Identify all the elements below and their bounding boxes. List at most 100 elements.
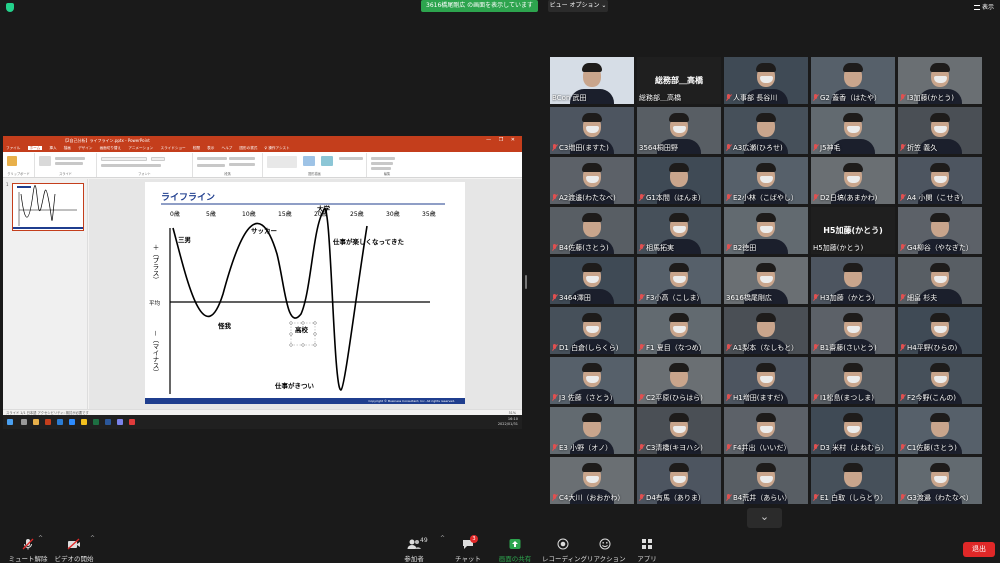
annotation-koukou[interactable]: 高校 (295, 325, 309, 334)
participant-tile[interactable]: D2日塙(あまかわ) (811, 157, 895, 204)
ribbon-tab[interactable]: デザイン (78, 146, 92, 150)
participant-tile[interactable]: G2 蓋香（はたや） (811, 57, 895, 104)
excel-icon[interactable] (93, 419, 99, 425)
security-shield-icon[interactable] (6, 3, 14, 12)
participant-tile[interactable]: 3464澤田 (550, 257, 634, 304)
participant-tile[interactable]: 細畠 杉夫 (898, 257, 982, 304)
split-view-divider-handle[interactable] (525, 275, 527, 289)
participant-tile[interactable]: B4佐藤(さとう) (550, 207, 634, 254)
participant-tile[interactable]: B4荒井（あらい） (724, 457, 808, 504)
participant-tile[interactable]: B1齋藤(さいとう) (811, 307, 895, 354)
participant-tile[interactable]: 相馬拓実 (637, 207, 721, 254)
share-screen-button[interactable]: 画面の共有 (496, 538, 534, 563)
quick-styles-icon[interactable] (321, 156, 333, 166)
participant-tile[interactable]: H3加藤（かとう） (811, 257, 895, 304)
participant-tile[interactable]: G1本間（ほんま） (637, 157, 721, 204)
video-options-caret[interactable]: ^ (90, 535, 95, 542)
ribbon-tab[interactable]: ファイル (6, 146, 20, 150)
slide-thumbnail[interactable] (12, 183, 84, 231)
participant-tile[interactable]: 3616橋尾剛広 (724, 257, 808, 304)
participant-tile[interactable]: A4 小関（こせき） (898, 157, 982, 204)
participant-tile[interactable]: F1 夏目（なつめ） (637, 307, 721, 354)
shapes-gallery[interactable] (267, 156, 297, 168)
participant-tile[interactable]: H5加藤(かとう) H5加藤(かとう) (811, 207, 895, 254)
font-size-select[interactable] (151, 157, 165, 161)
ribbon-tab[interactable]: 図形の書式 (239, 146, 257, 150)
participant-tile[interactable]: F4井出（いいだ） (724, 407, 808, 454)
participant-tile[interactable]: B2徳田 (724, 207, 808, 254)
ribbon-tab[interactable]: 挿入 (49, 146, 56, 150)
participant-tile[interactable]: 3564桐田野 (637, 107, 721, 154)
ribbon-tab[interactable]: 表示 (207, 146, 214, 150)
powerpoint-icon[interactable] (45, 419, 51, 425)
teams-icon[interactable] (117, 419, 123, 425)
unmute-button[interactable]: ミュート解除 (6, 538, 50, 563)
participant-tile[interactable]: C1佐藤(さとう) (898, 407, 982, 454)
participant-tile[interactable]: I1松島(まつしま) (811, 357, 895, 404)
participant-tile[interactable]: H4平野(ひらの) (898, 307, 982, 354)
app-icon[interactable] (129, 419, 135, 425)
participants-options-caret[interactable]: ^ (440, 535, 445, 542)
chat-button[interactable]: 3 チャット (452, 535, 484, 563)
participant-center-name: H5加藤(かとう) (823, 226, 883, 235)
ribbon-tab-home[interactable]: ホーム (27, 146, 43, 150)
zoom-app-icon[interactable] (69, 419, 75, 425)
ribbon-tab[interactable]: スライドショー (160, 146, 185, 150)
ribbon-tab[interactable]: 描画 (64, 146, 71, 150)
participants-button[interactable]: 49 参加者 (398, 537, 430, 563)
audio-options-caret[interactable]: ^ (38, 535, 43, 542)
sticky-notes-icon[interactable] (81, 419, 87, 425)
participant-tile[interactable]: A1梨本（なしもと） (724, 307, 808, 354)
participant-tile[interactable]: J5神毛 (811, 107, 895, 154)
ribbon-tab[interactable]: 画面切り替え (100, 146, 122, 150)
participant-tile[interactable]: A3広瀬(ひろせ) (724, 107, 808, 154)
participant-tile[interactable]: E2小林（こばやし） (724, 157, 808, 204)
participant-tile[interactable]: D1 白倉(しらくら) (550, 307, 634, 354)
participant-tile[interactable]: D4有馬（ありま） (637, 457, 721, 504)
participant-tile[interactable]: E3 小野（オノ） (550, 407, 634, 454)
windows-start-icon[interactable] (7, 419, 13, 425)
participant-tile[interactable]: G3渡邉（わたなべ） (898, 457, 982, 504)
view-button[interactable]: 表示 (962, 3, 998, 13)
paste-icon[interactable] (7, 156, 17, 166)
gallery-scroll-down-button[interactable]: ⌄ (747, 508, 782, 528)
folder-icon[interactable] (33, 419, 39, 425)
participant-tile[interactable]: 総務部＿高橋 総務部＿高橋 (637, 57, 721, 104)
participant-hair (930, 213, 950, 222)
arrange-icon[interactable] (303, 156, 315, 166)
participant-name-text: H4平野(ひらの) (907, 344, 958, 352)
participant-tile[interactable]: A2渡邊(わたなべ) (550, 157, 634, 204)
ribbon-tab[interactable]: 校閲 (193, 146, 200, 150)
word-icon[interactable] (105, 419, 111, 425)
ribbon-tab[interactable]: ヘルプ (221, 146, 232, 150)
participant-tile[interactable]: F2今野(こんの) (898, 357, 982, 404)
search-icon[interactable] (21, 419, 27, 425)
ribbon-tab[interactable]: アニメーション (128, 146, 153, 150)
participant-tile[interactable]: J3 佐藤（さとう） (550, 357, 634, 404)
new-slide-icon[interactable] (39, 156, 51, 166)
participant-tile[interactable]: 折笠 義久 (898, 107, 982, 154)
participant-tile[interactable]: BCon 武田 (550, 57, 634, 104)
participant-tile[interactable]: G4柳谷（やなぎた） (898, 207, 982, 254)
participant-tile[interactable]: C3清橋(キヨハシ) (637, 407, 721, 454)
apps-button[interactable]: アプリ (634, 538, 660, 563)
participant-tile[interactable]: E1 白取（しらとり） (811, 457, 895, 504)
view-options-button[interactable]: ビュー オプション ⌄ (548, 0, 608, 12)
participant-tile[interactable]: H1増田(ますだ) (724, 357, 808, 404)
font-select[interactable] (101, 157, 147, 161)
record-button[interactable]: レコーディング (542, 538, 587, 563)
slide[interactable]: ライフライン 0歳 5歳 10歳 15歳 20歳 25歳 30歳 35歳 ＋（プラス） 平均 … (145, 182, 465, 404)
participant-tile[interactable]: F3小高（こしま） (637, 257, 721, 304)
powerpoint-title: 【2自己分析】ライフライン.pptx - PowerPoint (63, 138, 150, 143)
participant-tile[interactable]: C4大川（おおかわ） (550, 457, 634, 504)
participant-tile[interactable]: C2平原(ひらはら) (637, 357, 721, 404)
leave-meeting-button[interactable]: 退出 (963, 542, 995, 557)
ribbon-tab[interactable]: ♀ 操作アシスト (265, 146, 290, 150)
participant-tile[interactable]: 人事部 長谷川 (724, 57, 808, 104)
participant-tile[interactable]: C3増田(ますた) (550, 107, 634, 154)
reactions-button[interactable]: リアクション (587, 538, 626, 563)
edge-icon[interactable] (57, 419, 63, 425)
mic-muted-icon (639, 444, 644, 451)
participant-tile[interactable]: D3 米村（よねむら） (811, 407, 895, 454)
participant-tile[interactable]: I3加藤(かとう) (898, 57, 982, 104)
